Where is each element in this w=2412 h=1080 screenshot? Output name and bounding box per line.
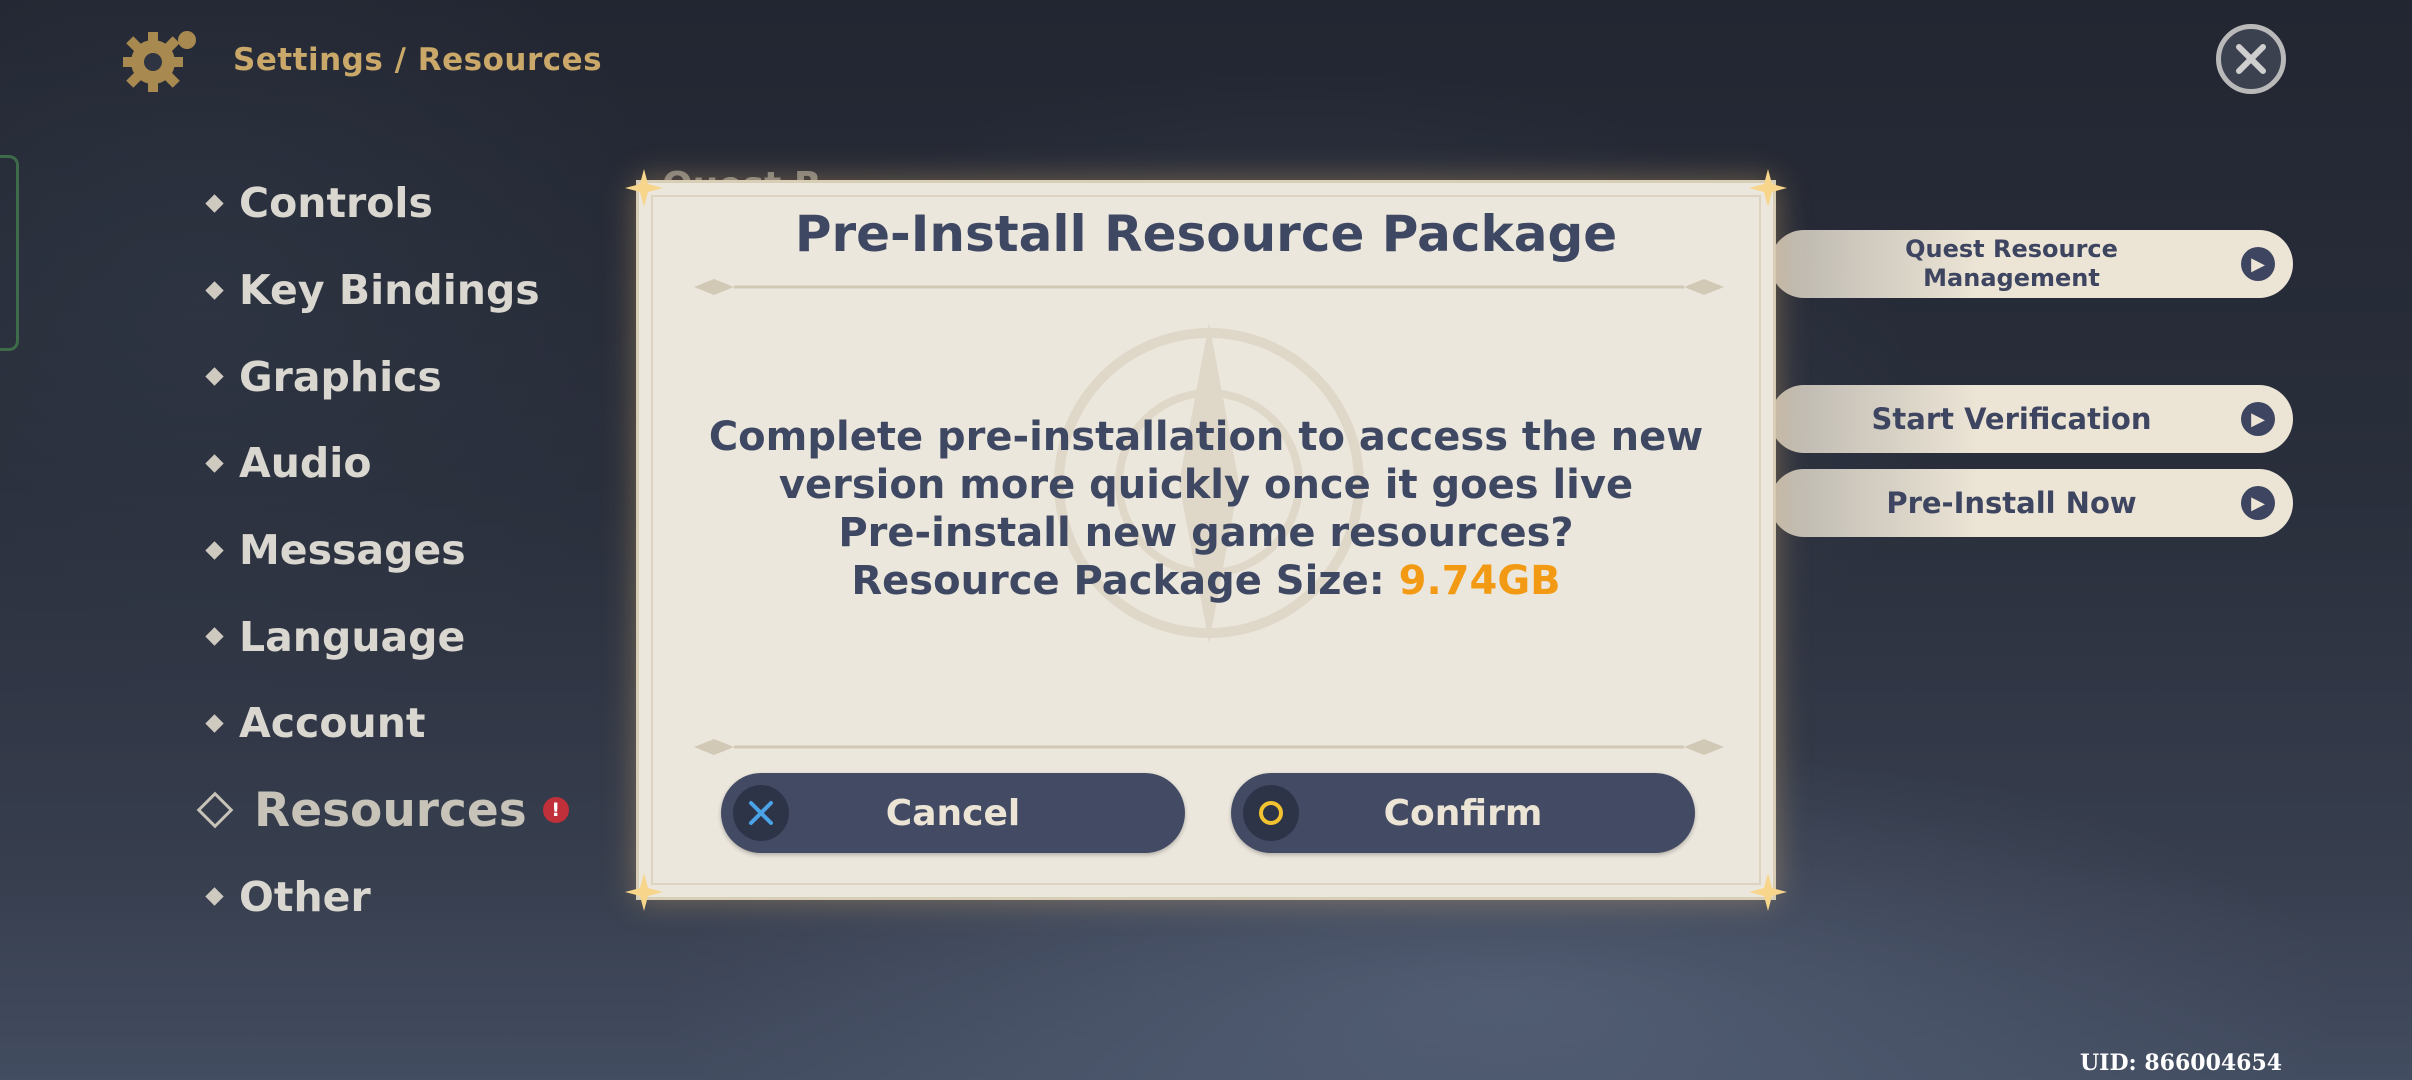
button-label: Start Verification	[1871, 402, 2152, 436]
nav-item-label: Account	[239, 699, 426, 748]
nav-item-audio[interactable]: Audio	[205, 420, 569, 507]
confirm-button[interactable]: Confirm	[1231, 773, 1695, 853]
close-button[interactable]	[2216, 24, 2286, 94]
nav-item-label: Messages	[239, 526, 466, 575]
nav-item-label: Controls	[239, 179, 433, 228]
nav-item-messages[interactable]: Messages	[205, 507, 569, 594]
nav-item-label: Language	[239, 612, 466, 661]
nav-item-graphics[interactable]: Graphics	[205, 333, 569, 420]
diamond-icon	[205, 714, 224, 733]
message-line: Pre-install new game resources?	[838, 510, 1574, 556]
confirm-label: Confirm	[1383, 792, 1543, 834]
ornament-divider	[694, 279, 1724, 295]
corner-star-icon	[625, 873, 663, 911]
package-size-label: Resource Package Size:	[851, 558, 1399, 604]
corner-star-icon	[1749, 873, 1787, 911]
circle-button-icon	[1243, 785, 1299, 841]
page-header: Settings / Resources	[115, 22, 602, 97]
nav-item-label: Graphics	[239, 352, 442, 401]
ornament-divider	[694, 739, 1724, 755]
dialog-title: Pre-Install Resource Package	[794, 205, 1618, 263]
dialog-message: Complete pre-installation to access the …	[699, 413, 1713, 605]
package-size-line: Resource Package Size: 9.74GB	[699, 557, 1713, 605]
cancel-button[interactable]: Cancel	[721, 773, 1185, 853]
cross-button-icon	[733, 785, 789, 841]
nav-item-label: Resources	[254, 782, 527, 838]
diamond-icon	[205, 627, 224, 646]
diamond-icon	[205, 887, 224, 907]
settings-nav: Controls Key Bindings Graphics Audio Mes…	[196, 160, 569, 941]
side-tab[interactable]	[0, 155, 19, 351]
corner-star-icon	[625, 169, 663, 207]
alert-icon: !	[542, 797, 569, 824]
nav-item-label: Key Bindings	[239, 266, 540, 315]
button-label-line1: Quest Resource	[1905, 235, 2118, 263]
diamond-icon	[205, 540, 224, 560]
start-verification-button[interactable]: Start Verification ▶	[1770, 385, 2293, 453]
arrow-right-icon: ▶	[2241, 247, 2275, 281]
button-label-line2: Management	[1923, 264, 2100, 292]
diamond-icon	[205, 194, 224, 213]
arrow-right-icon: ▶	[2241, 486, 2275, 520]
arrow-right-icon: ▶	[2241, 402, 2275, 436]
nav-item-label: Other	[239, 872, 371, 921]
message-line: version more quickly once it goes live	[778, 462, 1634, 508]
package-size-value: 9.74GB	[1398, 558, 1561, 604]
nav-item-account[interactable]: Account	[205, 680, 569, 767]
quest-resource-management-button[interactable]: Quest Resource Management ▶	[1770, 230, 2293, 298]
nav-item-resources[interactable]: Resources!	[196, 767, 569, 854]
message-line: Complete pre-installation to access the …	[708, 414, 1704, 460]
nav-item-key-bindings[interactable]: Key Bindings	[205, 247, 569, 334]
nav-item-language[interactable]: Language	[205, 593, 569, 680]
nav-item-label: Audio	[239, 439, 372, 488]
nav-item-controls[interactable]: Controls	[205, 160, 569, 247]
corner-star-icon	[1749, 169, 1787, 207]
cancel-label: Cancel	[885, 792, 1021, 834]
diamond-icon	[205, 454, 224, 473]
diamond-icon	[205, 367, 224, 386]
diamond-icon	[205, 280, 224, 300]
close-icon	[2236, 44, 2266, 74]
pre-install-dialog: Pre-Install Resource Package Complete pr…	[625, 169, 1787, 911]
breadcrumb: Settings / Resources	[233, 41, 603, 78]
nav-item-other[interactable]: Other	[205, 854, 569, 941]
button-label: Pre-Install Now	[1886, 486, 2137, 520]
pre-install-now-button[interactable]: Pre-Install Now ▶	[1770, 469, 2293, 537]
gear-icon	[115, 22, 205, 97]
uid-label: UID: 866004654	[2080, 1050, 2283, 1076]
